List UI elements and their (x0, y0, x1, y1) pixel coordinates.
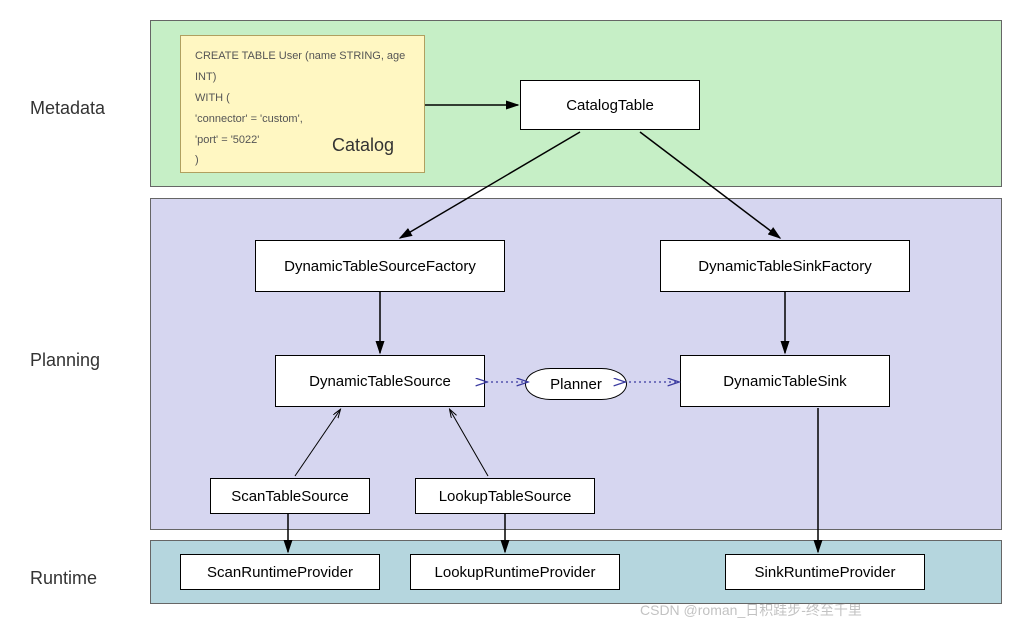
architecture-diagram: Metadata Planning Runtime CREATE TABLE U… (20, 20, 1020, 620)
source-factory-node: DynamicTableSourceFactory (255, 240, 505, 292)
table-source-node: DynamicTableSource (275, 355, 485, 407)
watermark: CSDN @roman_日积跬步-终至千里 (640, 600, 862, 620)
runtime-label: Runtime (30, 568, 97, 589)
catalog-box: CREATE TABLE User (name STRING, age INT)… (180, 35, 425, 173)
catalog-code-1: CREATE TABLE User (name STRING, age INT) (195, 46, 410, 88)
catalog-label: Catalog (332, 128, 394, 162)
catalog-code-3: 'connector' = 'custom', (195, 109, 410, 130)
planner-node: Planner (525, 368, 627, 400)
metadata-label: Metadata (30, 98, 105, 119)
scan-table-source-node: ScanTableSource (210, 478, 370, 514)
catalog-code-2: WITH ( (195, 88, 410, 109)
sink-factory-node: DynamicTableSinkFactory (660, 240, 910, 292)
planning-label: Planning (30, 350, 100, 371)
lookup-runtime-node: LookupRuntimeProvider (410, 554, 620, 590)
lookup-table-source-node: LookupTableSource (415, 478, 595, 514)
table-sink-node: DynamicTableSink (680, 355, 890, 407)
scan-runtime-node: ScanRuntimeProvider (180, 554, 380, 590)
catalog-table-node: CatalogTable (520, 80, 700, 130)
sink-runtime-node: SinkRuntimeProvider (725, 554, 925, 590)
